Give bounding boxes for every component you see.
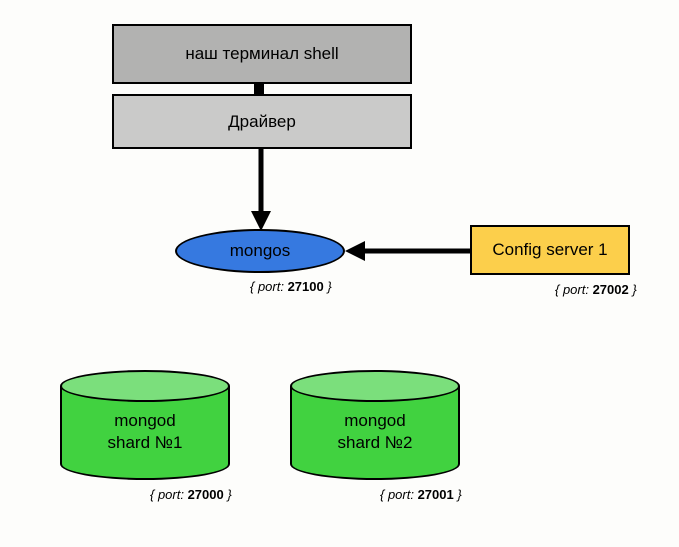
driver-label: Драйвер [228, 112, 296, 132]
arrow-driver-to-mongos [256, 149, 266, 231]
shard-2-label-1: mongod [344, 411, 405, 430]
config-server-port: { port: 27002 } [555, 282, 637, 297]
mongos-node: mongos [175, 229, 345, 273]
shard-1-top [60, 370, 230, 402]
shard-2-cylinder: mongod shard №2 [290, 370, 460, 480]
mongos-port: { port: 27100 } [250, 279, 332, 294]
connector-terminal-driver [254, 84, 264, 94]
shard-1-cylinder: mongod shard №1 [60, 370, 230, 480]
mongos-label: mongos [230, 241, 290, 261]
driver-box: Драйвер [112, 94, 412, 149]
shard-2-label-2: shard №2 [338, 433, 413, 452]
shard-1-port: { port: 27000 } [150, 487, 232, 502]
shard-2-top [290, 370, 460, 402]
arrow-config-to-mongos [345, 244, 472, 258]
terminal-label: наш терминал shell [185, 44, 338, 64]
config-server-label: Config server 1 [492, 240, 607, 260]
config-server-box: Config server 1 [470, 225, 630, 275]
shard-1-label-1: mongod [114, 411, 175, 430]
shard-2-port: { port: 27001 } [380, 487, 462, 502]
terminal-box: наш терминал shell [112, 24, 412, 84]
shard-1-label-2: shard №1 [108, 433, 183, 452]
